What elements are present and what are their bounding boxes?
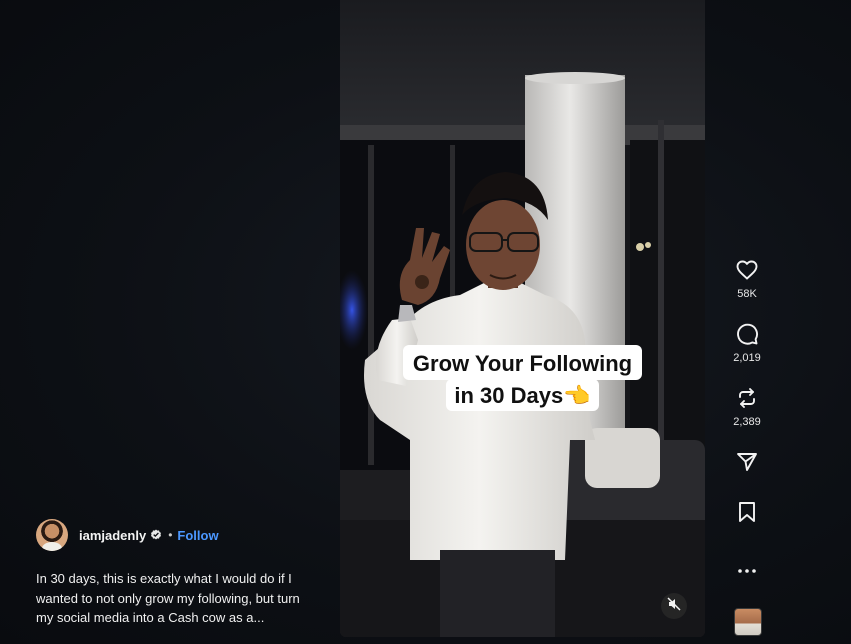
follow-button[interactable]: Follow [177,528,218,543]
send-icon [735,450,759,474]
avatar[interactable] [36,519,68,551]
comment-count: 2,019 [733,352,761,364]
action-rail: 58K 2,019 2,389 [724,258,770,596]
reel-viewer: iamjadenly • Follow In 30 days, this is … [0,0,851,644]
mute-button[interactable] [661,593,687,619]
speaker-muted-icon [667,596,681,616]
author-row: iamjadenly • Follow [36,519,321,551]
like-button[interactable]: 58K [735,258,759,322]
separator-dot: • [168,528,173,542]
share-button[interactable] [735,450,759,500]
username[interactable]: iamjadenly [79,528,146,543]
video-player[interactable]: Grow Your Following in 30 Days👈 [340,0,705,637]
heart-icon [735,258,759,282]
bookmark-icon [736,500,758,524]
post-meta: iamjadenly • Follow In 30 days, this is … [36,519,321,628]
repost-count: 2,389 [733,416,761,428]
verified-badge-icon [150,529,162,541]
like-count: 58K [737,288,757,300]
more-icon [737,568,757,574]
audio-thumbnail[interactable] [734,608,762,636]
post-caption[interactable]: In 30 days, this is exactly what I would… [36,569,314,628]
comment-icon [735,322,759,346]
save-button[interactable] [736,500,758,546]
repost-icon [735,386,759,410]
repost-button[interactable]: 2,389 [733,386,761,450]
comment-button[interactable]: 2,019 [733,322,761,386]
more-options-button[interactable] [737,546,757,596]
video-frame-image [340,0,705,637]
